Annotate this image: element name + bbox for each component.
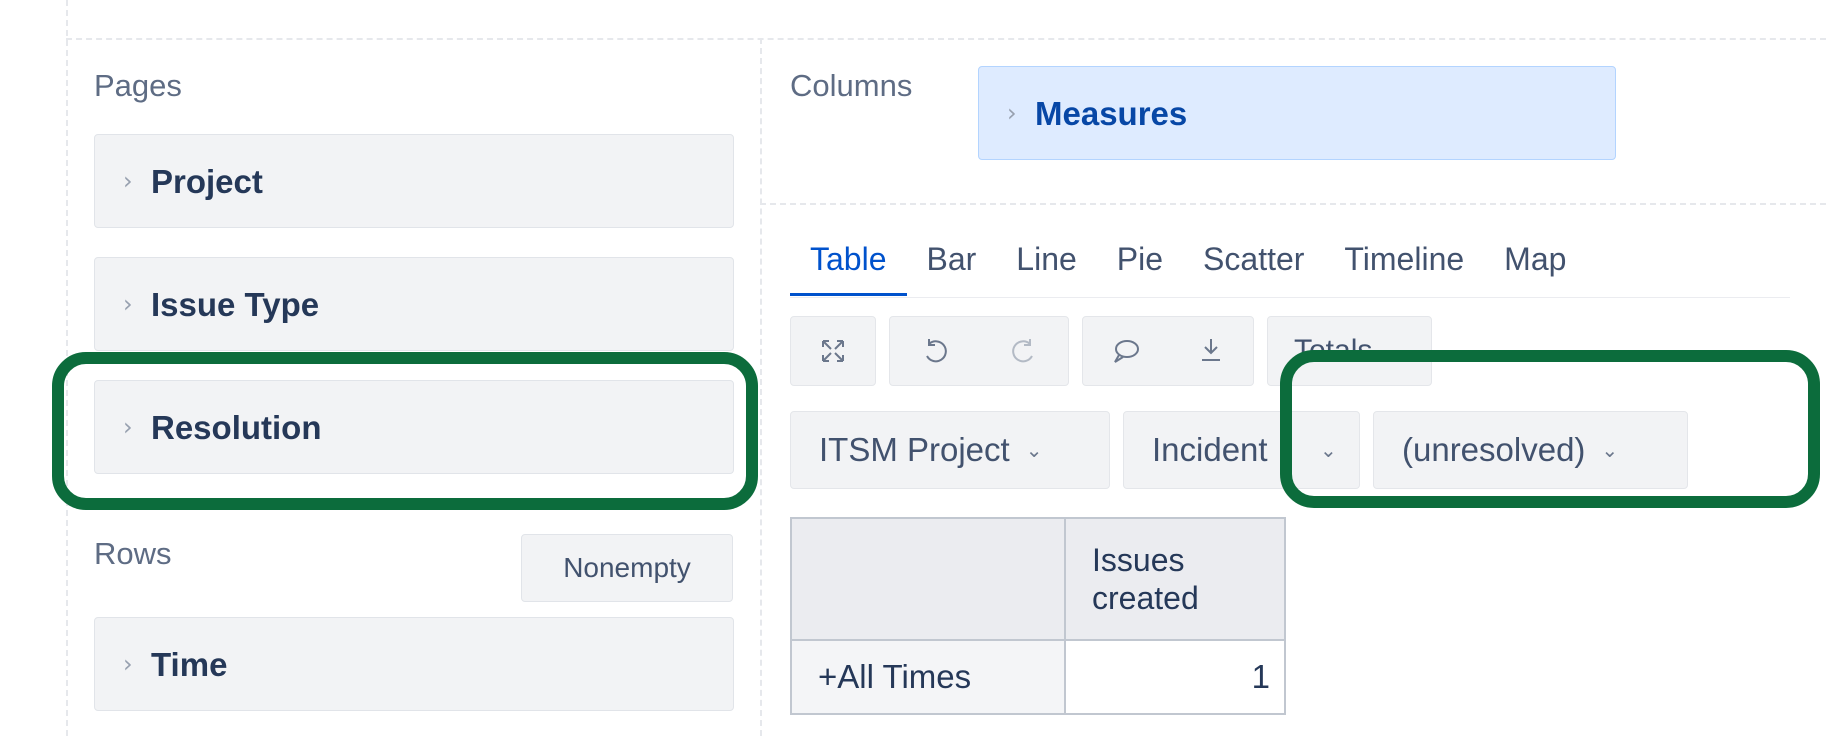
tab-timeline[interactable]: Timeline — [1324, 238, 1484, 296]
tab-table[interactable]: Table — [790, 238, 907, 296]
undo-redo-group — [889, 316, 1069, 386]
chevron-right-icon: › — [123, 413, 133, 441]
page-dimension-issue-type[interactable]: › Issue Type — [94, 257, 734, 351]
resolution-page-selector[interactable]: (unresolved) ⌄ — [1373, 411, 1688, 489]
selector-value: ITSM Project — [819, 431, 1010, 468]
comment-icon — [1113, 340, 1139, 363]
chevron-right-icon: › — [123, 650, 133, 678]
undo-icon — [925, 339, 947, 363]
selector-value: Incident — [1152, 431, 1268, 468]
chevron-down-icon: ⌄ — [1320, 438, 1337, 462]
expand-icon — [822, 340, 844, 362]
tab-bar[interactable]: Bar — [907, 238, 997, 296]
redo-button[interactable] — [979, 336, 1068, 366]
tab-map[interactable]: Map — [1484, 238, 1586, 296]
pivot-table: Issues created +All Times 1 — [790, 517, 1286, 715]
row-label: All Times — [837, 658, 972, 695]
dimension-label: Measures — [1035, 94, 1188, 132]
chevron-right-icon: › — [123, 167, 133, 195]
download-icon — [1201, 339, 1220, 361]
columns-divider — [760, 203, 1826, 205]
dimension-label: Resolution — [151, 408, 322, 446]
column-dimension-measures[interactable]: › Measures — [978, 66, 1616, 160]
left-panel-border — [66, 0, 68, 736]
top-divider — [66, 38, 1826, 40]
tab-line[interactable]: Line — [996, 238, 1097, 296]
totals-label: Totals — [1294, 334, 1373, 367]
expand-icon[interactable]: + — [818, 658, 837, 695]
dimension-label: Issue Type — [151, 285, 320, 323]
columns-label: Columns — [790, 68, 913, 103]
chevron-down-icon: ⌄ — [1025, 438, 1043, 462]
pages-label: Pages — [94, 68, 182, 103]
report-editor: Pages › Project › Issue Type › Resolutio… — [0, 0, 1838, 736]
totals-button[interactable]: Totals — [1267, 316, 1432, 386]
export-button[interactable] — [1168, 336, 1253, 366]
view-tabs: Table Bar Line Pie Scatter Timeline Map — [790, 238, 1586, 300]
chevron-down-icon: ⌄ — [1601, 438, 1619, 462]
chevron-right-icon: › — [1007, 99, 1017, 127]
nonempty-button[interactable]: Nonempty — [521, 534, 733, 602]
corner-cell — [790, 517, 1066, 641]
chevron-right-icon: › — [123, 290, 133, 318]
project-page-selector[interactable]: ITSM Project ⌄ — [790, 411, 1110, 489]
issue-type-page-selector[interactable]: Incident ⌄ — [1123, 411, 1360, 489]
comment-export-group — [1082, 316, 1254, 386]
row-header-all-times[interactable]: +All Times — [790, 639, 1066, 715]
column-header-issues-created[interactable]: Issues created — [1064, 517, 1286, 641]
redo-icon — [1011, 339, 1033, 363]
selector-value: (unresolved) — [1402, 431, 1586, 468]
fullscreen-button[interactable] — [790, 316, 876, 386]
table-row: +All Times 1 — [790, 639, 1286, 715]
dimension-label: Time — [151, 645, 228, 683]
value-cell: 1 — [1064, 639, 1286, 715]
page-dimension-project[interactable]: › Project — [94, 134, 734, 228]
row-dimension-time[interactable]: › Time — [94, 617, 734, 711]
tab-scatter[interactable]: Scatter — [1183, 238, 1324, 296]
table-header-row: Issues created — [790, 517, 1286, 641]
page-dimension-resolution[interactable]: › Resolution — [94, 380, 734, 474]
rows-label: Rows — [94, 536, 172, 571]
tab-pie[interactable]: Pie — [1097, 238, 1183, 296]
dimension-label: Project — [151, 162, 263, 200]
undo-button[interactable] — [890, 336, 979, 366]
comment-button[interactable] — [1083, 336, 1168, 366]
panel-divider — [760, 38, 762, 736]
